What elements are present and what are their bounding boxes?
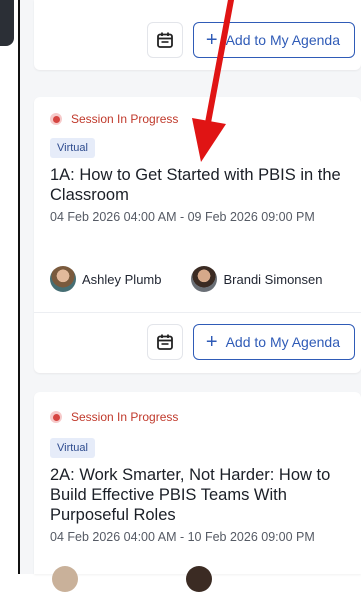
card-actions: + Add to My Agenda <box>34 22 361 58</box>
app-edge-badge <box>0 0 14 46</box>
plus-icon: + <box>205 331 218 353</box>
status-label: Session In Progress <box>71 410 179 424</box>
status-dot-icon <box>50 411 62 423</box>
session-tag: Virtual <box>50 438 95 458</box>
avatar <box>186 566 212 592</box>
session-dates: 04 Feb 2026 04:00 AM - 09 Feb 2026 09:00… <box>50 210 315 224</box>
avatar <box>52 566 78 592</box>
status-label: Session In Progress <box>71 112 179 126</box>
add-to-agenda-label: Add to My Agenda <box>225 32 340 48</box>
add-to-agenda-label: Add to My Agenda <box>225 334 340 350</box>
session-card-previous: + Add to My Agenda <box>34 0 361 70</box>
avatar <box>50 266 76 292</box>
card-actions: + Add to My Agenda <box>34 324 361 360</box>
session-card[interactable]: Session In Progress Virtual 2A: Work Sma… <box>34 392 361 592</box>
session-status: Session In Progress <box>50 410 178 424</box>
calendar-icon <box>156 32 173 48</box>
calendar-icon <box>156 334 173 350</box>
calendar-button[interactable] <box>146 324 183 360</box>
speaker-name: Brandi Simonsen <box>223 271 323 287</box>
speaker[interactable]: Brandi Simonsen <box>191 266 322 292</box>
speaker-list: Ashley Plumb Brandi Simonsen <box>50 266 322 292</box>
divider <box>34 312 361 313</box>
avatar <box>191 266 218 292</box>
add-to-agenda-button[interactable]: + Add to My Agenda <box>192 22 355 58</box>
session-tag: Virtual <box>50 138 95 158</box>
speaker[interactable]: Ashley Plumb <box>50 266 161 292</box>
session-title[interactable]: 2A: Work Smarter, Not Harder: How to Bui… <box>50 465 353 525</box>
session-status: Session In Progress <box>50 112 178 126</box>
plus-icon: + <box>205 29 218 51</box>
session-dates: 04 Feb 2026 04:00 AM - 10 Feb 2026 09:00… <box>50 530 315 544</box>
session-title[interactable]: 1A: How to Get Started with PBIS in the … <box>50 165 353 205</box>
speaker-name: Ashley Plumb <box>82 271 162 287</box>
status-dot-icon <box>50 113 62 125</box>
session-card[interactable]: Session In Progress Virtual 1A: How to G… <box>34 97 361 373</box>
calendar-button[interactable] <box>146 22 183 58</box>
add-to-agenda-button[interactable]: + Add to My Agenda <box>192 324 355 360</box>
